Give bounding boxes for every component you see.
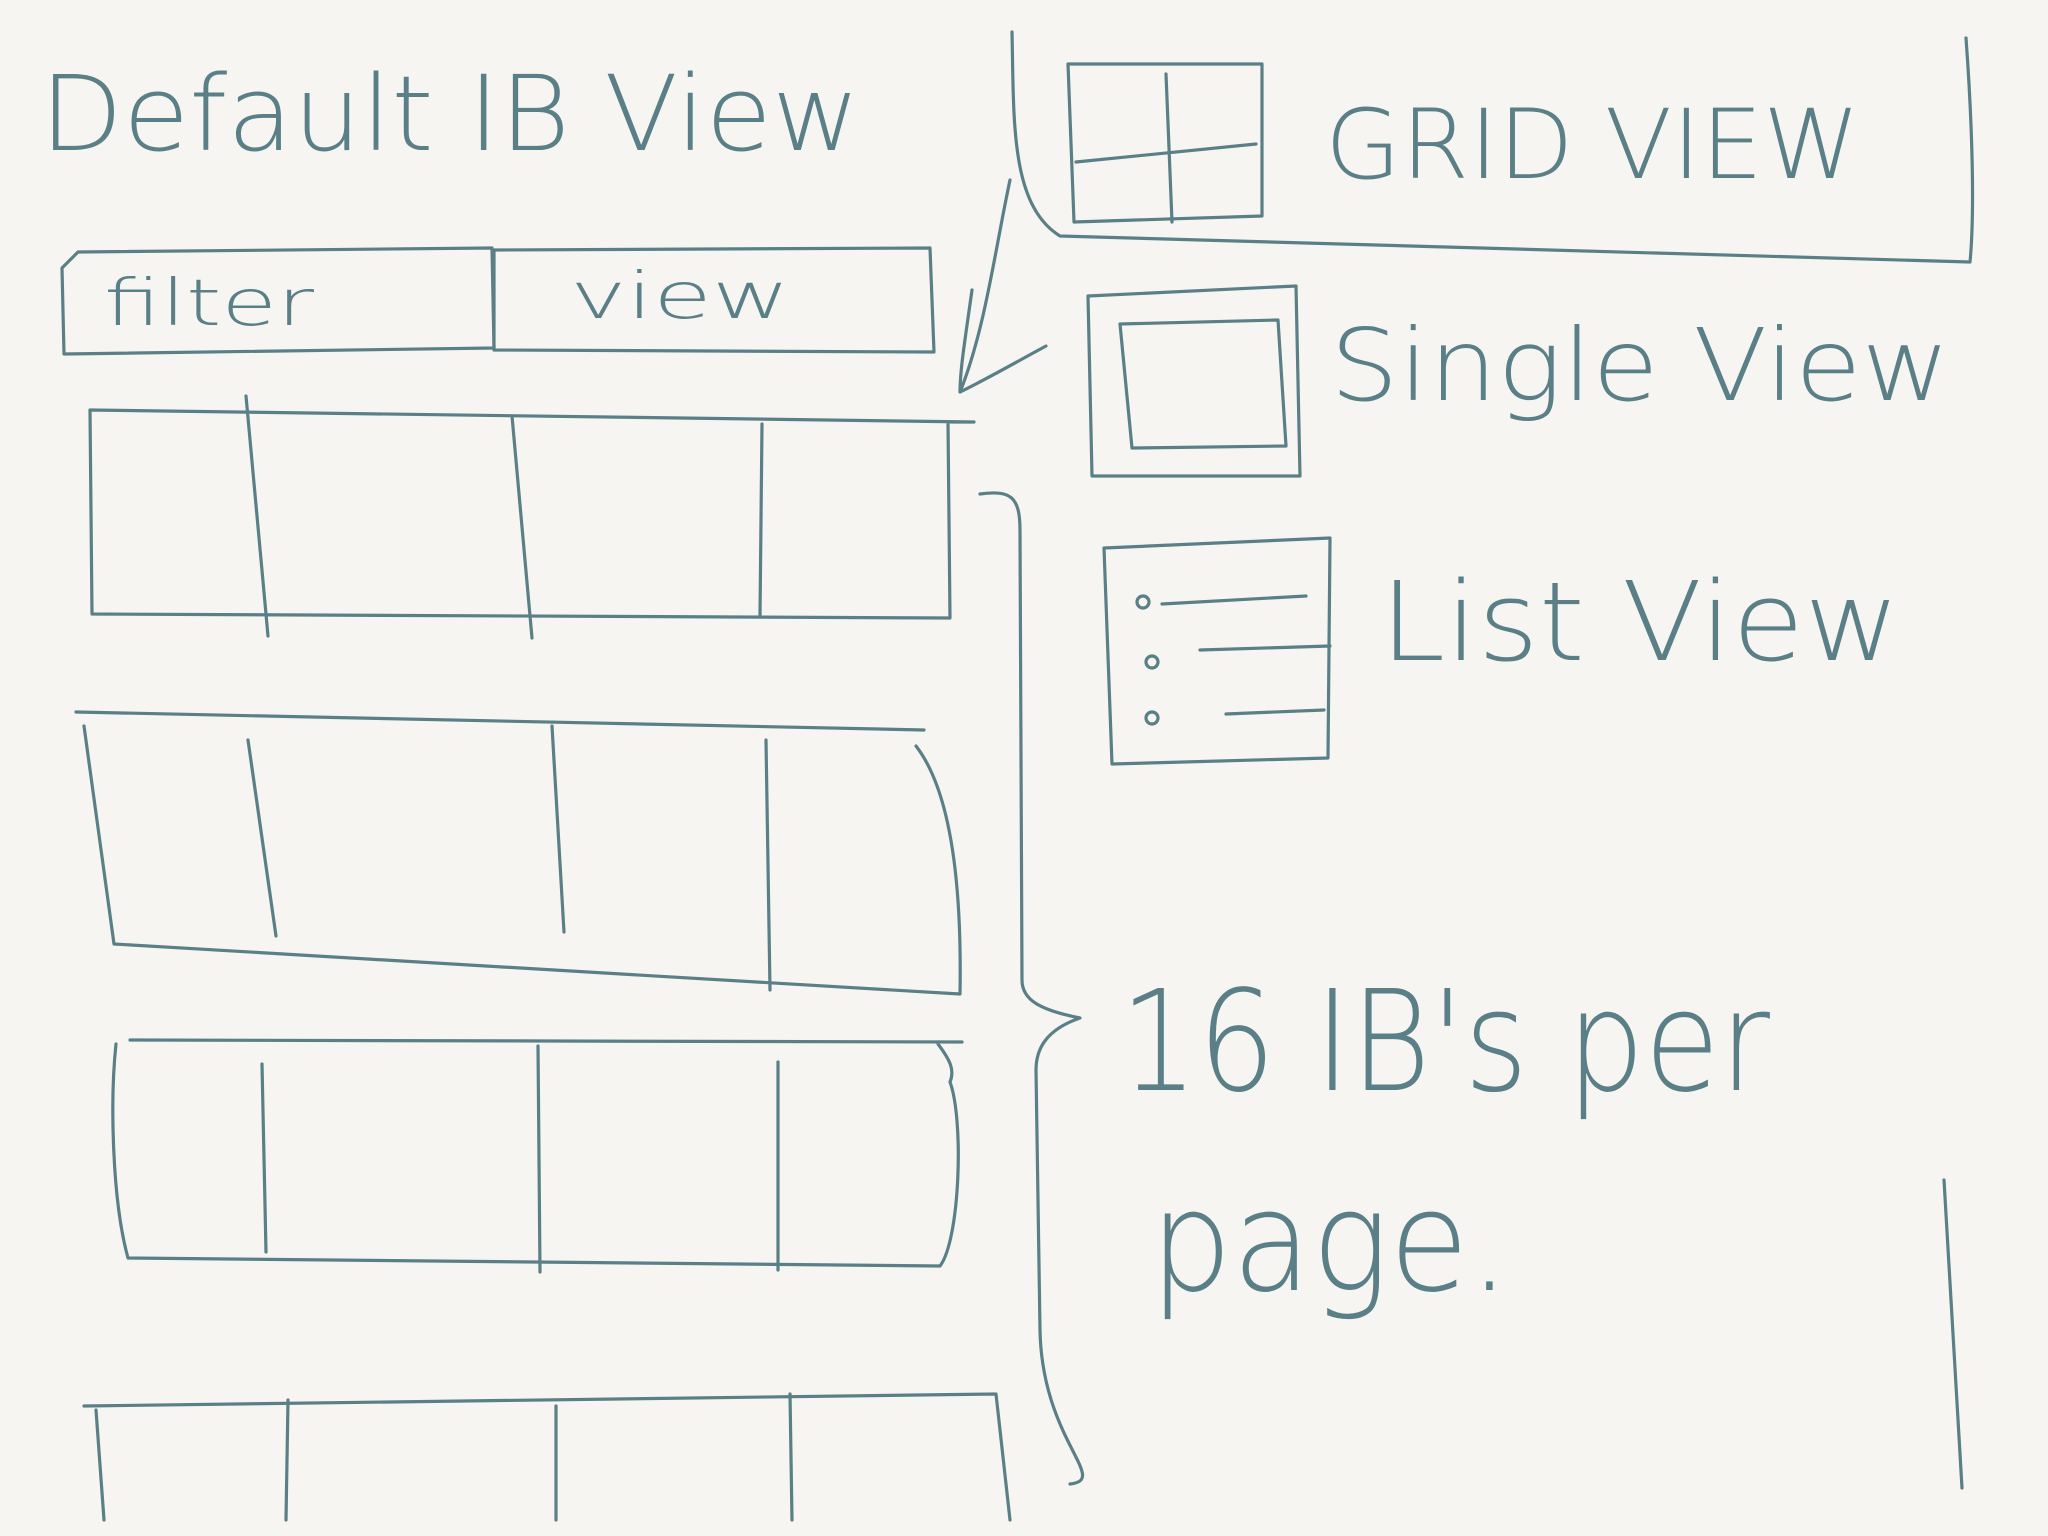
arrow-to-view-options	[958, 178, 1048, 394]
list-view-icon	[1102, 536, 1332, 766]
grid-view-label: GRID VIEW	[1325, 89, 1860, 201]
ib-row	[74, 710, 962, 996]
view-button[interactable]: view	[492, 246, 936, 354]
grid-view-option[interactable]: GRID VIEW	[1066, 62, 1860, 224]
ib-row	[88, 394, 976, 640]
annotation-line-2: page.	[1150, 1161, 1510, 1324]
view-options-panel: GRID VIEW Single View List View	[1010, 30, 1975, 766]
list-view-label: List View	[1380, 558, 1900, 686]
ib-row	[82, 1392, 1012, 1522]
view-label: view	[570, 260, 790, 334]
single-view-icon	[1086, 284, 1302, 478]
single-view-option[interactable]: Single View	[1086, 284, 1950, 478]
ib-row	[111, 1038, 964, 1274]
ib-grid	[74, 394, 1012, 1522]
annotation-line-1: 16 IB's per	[1120, 961, 1770, 1124]
divider-line	[1942, 1178, 1964, 1490]
grid-icon	[1066, 62, 1264, 224]
single-view-label: Single View	[1330, 307, 1950, 424]
curly-brace	[978, 491, 1085, 1486]
wireframe-sketch: Default IB View filter view 16 IB's per …	[40, 30, 1975, 1522]
filter-button[interactable]: filter	[60, 246, 496, 356]
toolbar: filter view	[60, 246, 936, 356]
filter-label: filter	[104, 267, 315, 341]
page-title: Default IB View	[40, 53, 860, 175]
list-view-option[interactable]: List View	[1102, 536, 1900, 766]
